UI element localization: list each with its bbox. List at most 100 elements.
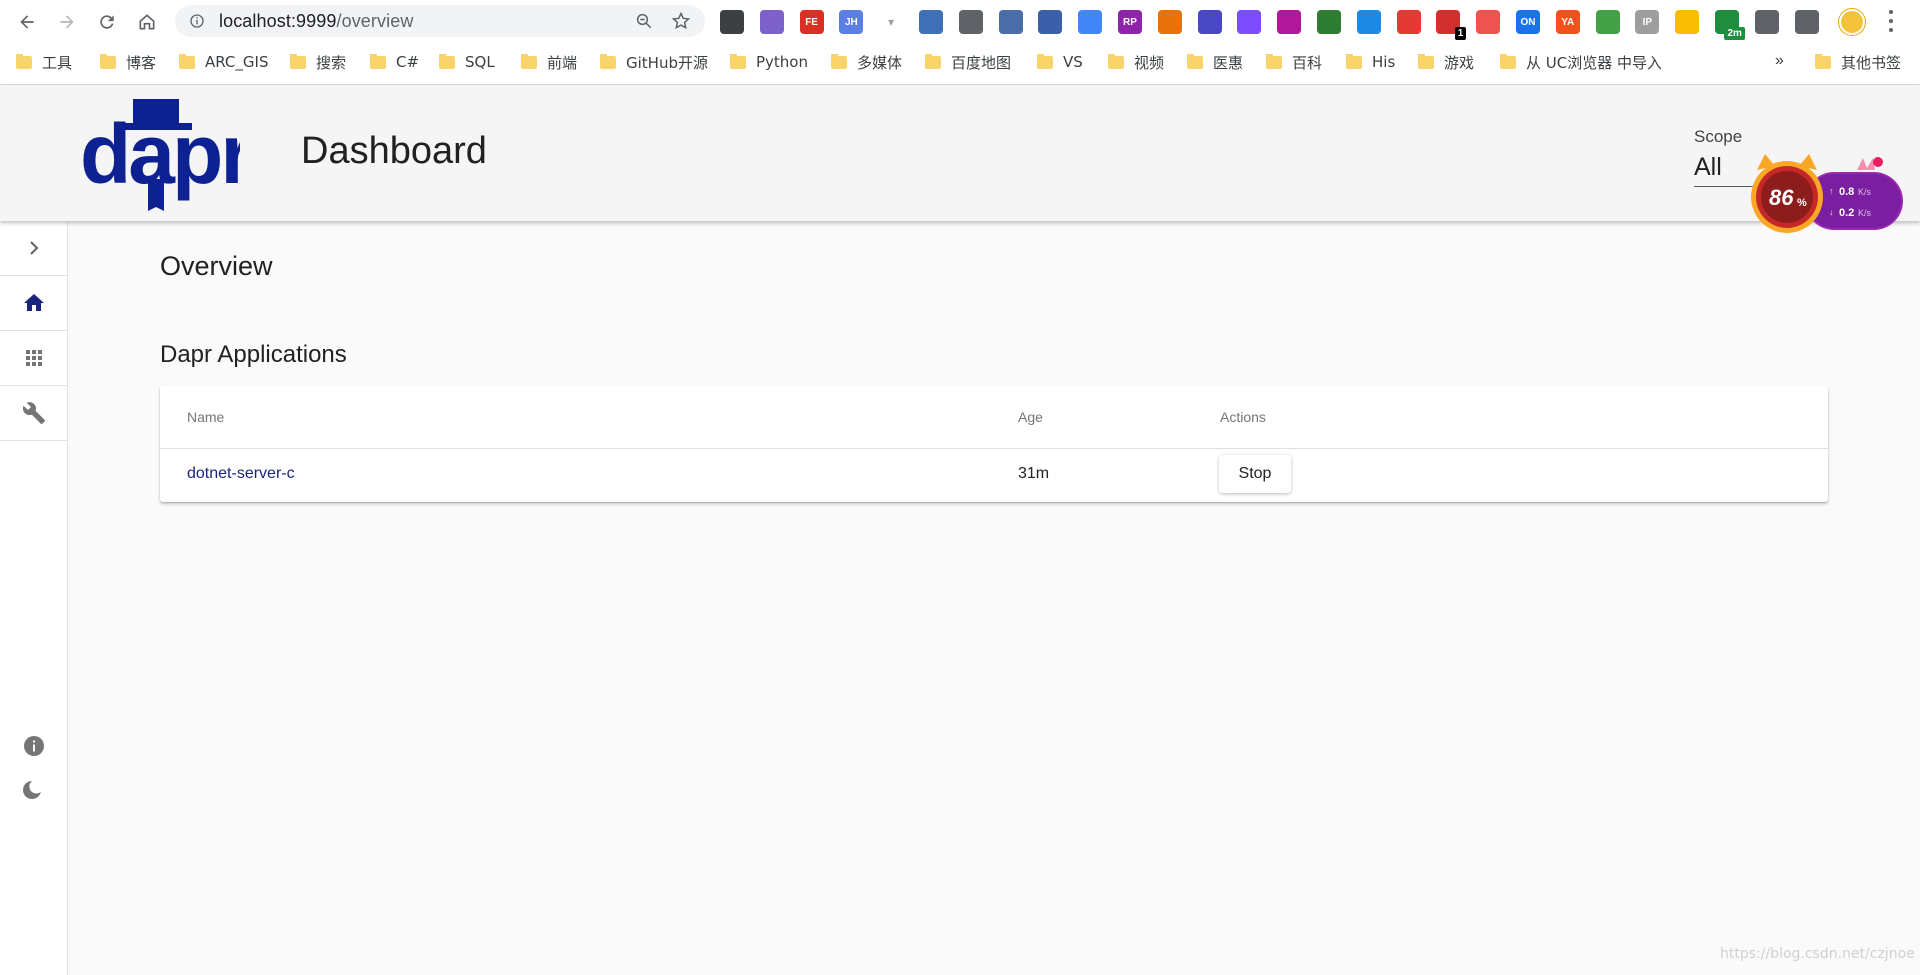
folder-icon: [600, 53, 616, 69]
bookmark-folder[interactable]: SQL: [439, 52, 495, 72]
bookmark-folder[interactable]: VS: [1037, 52, 1083, 72]
sidebar-expand-button[interactable]: [0, 221, 67, 276]
window-extension-icon[interactable]: [1038, 10, 1063, 34]
cube-extension-icon[interactable]: [1277, 10, 1302, 34]
bookmark-folder[interactable]: 前端: [521, 52, 577, 72]
bookmark-label: 游戏: [1444, 53, 1475, 72]
bookmark-label: SQL: [465, 53, 495, 71]
folder-icon: [1418, 53, 1434, 69]
circle-extension-icon[interactable]: [1476, 10, 1501, 34]
folder-icon: [16, 53, 32, 69]
download-unit: K/s: [1858, 208, 1872, 218]
dropdown-extension-icon[interactable]: ▾: [879, 10, 903, 34]
folder-icon: [439, 53, 455, 69]
other-bookmarks-folder[interactable]: 其他书签: [1815, 52, 1901, 72]
todo-extension-icon[interactable]: 1: [1436, 10, 1467, 40]
sidebar: [0, 221, 68, 975]
translate-extension-icon[interactable]: [1078, 10, 1103, 34]
sidebar-item-applications[interactable]: [0, 331, 67, 386]
ip-extension-icon[interactable]: IP: [1635, 10, 1660, 34]
folder-icon: [730, 53, 746, 69]
theme-toggle-button[interactable]: [0, 771, 67, 811]
bookmark-folder[interactable]: 医惠: [1187, 52, 1243, 72]
folder-icon: [290, 53, 306, 69]
home-button[interactable]: [127, 2, 167, 42]
bookmark-folder[interactable]: 搜索: [290, 52, 346, 72]
sidebar-item-configuration[interactable]: [0, 386, 67, 441]
bookmark-folder[interactable]: 从 UC浏览器 中导入: [1500, 52, 1662, 72]
gear-extension-icon[interactable]: [1237, 10, 1262, 34]
clover-extension-icon[interactable]: [1396, 10, 1421, 34]
folder-icon: [1037, 53, 1053, 69]
profile-avatar[interactable]: [1839, 9, 1865, 35]
bookmark-folder[interactable]: His: [1346, 52, 1395, 72]
bookmark-label: C#: [396, 53, 420, 71]
fox-extension-icon[interactable]: [1157, 10, 1182, 34]
folder-icon: [1346, 53, 1362, 69]
network-speed-widget[interactable]: 86 % ↑ 0.8 K/s ↓ 0.2 K/s: [1745, 150, 1905, 245]
folder-icon: [1500, 53, 1516, 69]
puzzle-extensions-icon[interactable]: [1794, 10, 1819, 34]
browser-menu-icon[interactable]: [1888, 10, 1894, 32]
leaf-extension-icon[interactable]: [1316, 10, 1341, 34]
bookmark-folder[interactable]: 百科: [1266, 52, 1322, 72]
folder-icon: [925, 53, 941, 69]
section-title: Dapr Applications: [160, 341, 347, 368]
column-header-actions: Actions: [1220, 409, 1266, 425]
zoom-icon[interactable]: [635, 12, 653, 30]
timer-extension-icon[interactable]: 2m: [1714, 10, 1745, 40]
forward-button[interactable]: [47, 2, 87, 42]
bookmarks-overflow-button[interactable]: »: [1775, 52, 1784, 70]
stop-button[interactable]: Stop: [1219, 455, 1291, 493]
star-box-extension-icon[interactable]: [998, 10, 1023, 34]
app-name-link[interactable]: dotnet-server-c: [187, 465, 295, 483]
globe-extension-icon[interactable]: [1595, 10, 1620, 34]
bookmark-folder[interactable]: GitHub开源: [600, 52, 708, 72]
bookmark-folder[interactable]: 多媒体: [831, 52, 902, 72]
bookmark-folder[interactable]: 工具: [16, 52, 72, 72]
snapshot-extension-icon[interactable]: [1754, 10, 1779, 34]
reload-button[interactable]: [87, 2, 127, 42]
info-icon[interactable]: [189, 13, 205, 29]
qr-code-icon[interactable]: [720, 10, 744, 34]
url-text: localhost:9999/overview: [219, 11, 413, 32]
rp-extension-icon[interactable]: RP: [1117, 10, 1142, 34]
watermark: https://blog.csdn.net/czjnoe: [1720, 946, 1915, 962]
bookmark-folder[interactable]: Python: [730, 52, 808, 72]
bookmark-folder[interactable]: 博客: [100, 52, 156, 72]
bookmark-folder[interactable]: ARC_GIS: [179, 52, 268, 72]
folder-icon: [370, 53, 386, 69]
bookmark-folder[interactable]: 百度地图: [925, 52, 1011, 72]
folder-icon: [100, 53, 116, 69]
column-header-age[interactable]: Age: [1018, 409, 1043, 425]
sidebar-item-overview[interactable]: [0, 276, 67, 331]
folder-icon: [179, 53, 195, 69]
column-header-name[interactable]: Name: [187, 409, 224, 425]
bookmark-label: 博客: [126, 53, 157, 72]
on-extension-icon[interactable]: ON: [1515, 10, 1540, 34]
s-extension-icon[interactable]: [1197, 10, 1222, 34]
folder-icon: [1266, 53, 1282, 69]
folder-icon: [521, 53, 537, 69]
main-content: Overview Dapr Applications Name Age Acti…: [68, 221, 1920, 975]
ya-extension-icon[interactable]: YA: [1555, 10, 1580, 34]
jh-extension-icon[interactable]: JH: [839, 10, 864, 34]
bookmark-folder[interactable]: 游戏: [1418, 52, 1474, 72]
apps-extension-icon[interactable]: [918, 10, 943, 34]
back-button[interactable]: [7, 2, 47, 42]
about-button[interactable]: [0, 726, 67, 766]
fe-extension-icon[interactable]: FE: [799, 10, 824, 34]
pen-extension-icon[interactable]: [759, 10, 784, 34]
bookmark-folder[interactable]: 视频: [1108, 52, 1164, 72]
bookmark-label: 百度地图: [951, 53, 1012, 72]
colorful-extension-icon[interactable]: [1675, 10, 1700, 34]
dapr-logo[interactable]: dapr: [80, 99, 240, 211]
bookmark-star-icon[interactable]: [671, 11, 691, 31]
bookmark-folder[interactable]: C#: [370, 52, 419, 72]
hexagon-extension-icon[interactable]: [1356, 10, 1381, 34]
bookmark-extension-icon[interactable]: [958, 10, 983, 34]
bookmark-label: GitHub开源: [626, 53, 708, 72]
browser-toolbar: localhost:9999/overview FE JH ▾ RP 1 ON YA IP 2m: [0, 0, 1920, 43]
address-bar[interactable]: localhost:9999/overview: [175, 5, 705, 37]
bookmark-label: 工具: [42, 53, 73, 72]
